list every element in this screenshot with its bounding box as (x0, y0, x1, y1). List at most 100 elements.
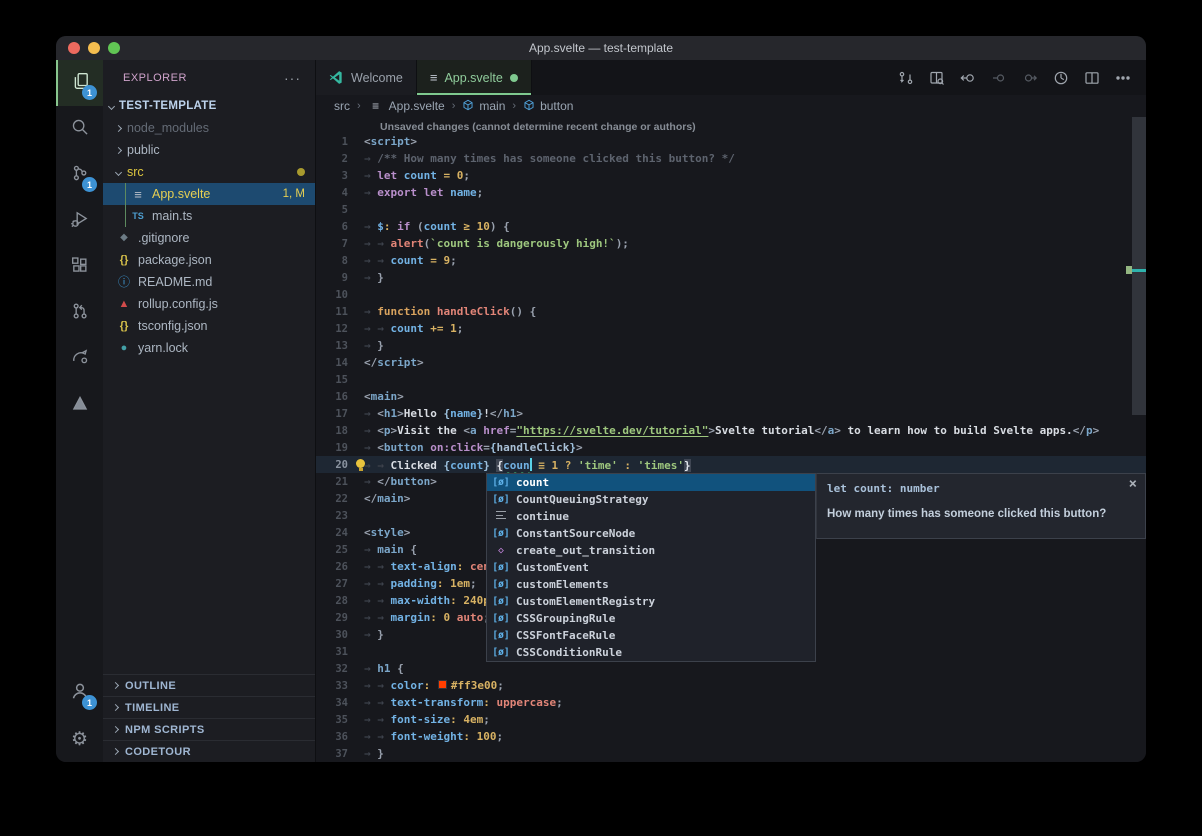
live-share-icon (71, 348, 89, 371)
tree-item-package-json[interactable]: {}package.json (103, 249, 315, 271)
activity-run-debug[interactable] (56, 198, 103, 244)
line-number: 23 (316, 510, 364, 522)
suggest-item-create_out_transition[interactable]: ◇create_out_transition (487, 542, 815, 559)
code-line[interactable]: 1<script> (316, 133, 1146, 150)
code-line[interactable]: 16<main> (316, 388, 1146, 405)
suggest-item-cssfontfacerule[interactable]: [ø]CSSFontFaceRule (487, 627, 815, 644)
color-swatch[interactable] (438, 680, 447, 689)
line-number: 17 (316, 408, 364, 420)
zoom-window-button[interactable] (108, 42, 120, 54)
section-codetour[interactable]: CODETOUR (103, 740, 315, 762)
activity-settings[interactable]: ⚙ (56, 716, 103, 762)
code-line[interactable]: 6→ $: if (count ≥ 10) { (316, 218, 1146, 235)
code-line[interactable]: 36→ → font-weight: 100; (316, 728, 1146, 745)
minimize-window-button[interactable] (88, 42, 100, 54)
suggest-item-countqueuingstrategy[interactable]: [ø]CountQueuingStrategy (487, 491, 815, 508)
close-icon[interactable]: × (1129, 476, 1137, 492)
back-icon[interactable] (957, 67, 979, 89)
activity-live-share[interactable] (56, 336, 103, 382)
code-line[interactable]: 34→ → text-transform: uppercase; (316, 694, 1146, 711)
open-changes-icon[interactable] (895, 67, 917, 89)
unsaved-dot-icon[interactable] (510, 74, 518, 82)
line-number: 24 (316, 527, 364, 539)
section-outline[interactable]: OUTLINE (103, 674, 315, 696)
code-line[interactable]: 4→ export let name; (316, 184, 1146, 201)
line-number: 36 (316, 731, 364, 743)
tree-item--gitignore[interactable]: ◆.gitignore (103, 227, 315, 249)
code-line[interactable]: 33→ → color: #ff3e00; (316, 677, 1146, 694)
tree-item-public[interactable]: public (103, 139, 315, 161)
activity-accounts[interactable]: 1 (56, 670, 103, 716)
code-line[interactable]: 2→ /** How many times has someone clicke… (316, 150, 1146, 167)
tree-item-rollup-config-js[interactable]: ▲rollup.config.js (103, 293, 315, 315)
code-editor[interactable]: Unsaved changes (cannot determine recent… (316, 117, 1146, 762)
title-bar[interactable]: App.svelte — test-template (56, 36, 1146, 60)
suggest-item-cssconditionrule[interactable]: [ø]CSSConditionRule (487, 644, 815, 661)
activity-explorer[interactable]: 1 (56, 60, 103, 106)
more-actions-icon[interactable] (1112, 67, 1134, 89)
next-change-icon[interactable] (1019, 67, 1041, 89)
activity-azure[interactable] (56, 382, 103, 428)
line-number: 7 (316, 238, 364, 250)
activity-github-pr[interactable] (56, 290, 103, 336)
suggest-item-count[interactable]: [ø]count (487, 474, 815, 491)
suggest-item-customelements[interactable]: [ø]customElements (487, 576, 815, 593)
breadcrumb-main[interactable]: main (462, 99, 505, 114)
tree-item-app-svelte[interactable]: ≡App.svelte1, M (103, 183, 315, 205)
tree-item-tsconfig-json[interactable]: {}tsconfig.json (103, 315, 315, 337)
breadcrumb-button[interactable]: button (523, 99, 573, 114)
editor-scrollbar[interactable] (1132, 117, 1146, 415)
code-line[interactable]: 8→ → count = 9; (316, 252, 1146, 269)
activity-source-control[interactable]: 1 (56, 152, 103, 198)
suggest-item-customevent[interactable]: [ø]CustomEvent (487, 559, 815, 576)
suggest-item-continue[interactable]: continue (487, 508, 815, 525)
code-line[interactable]: 12→ → count += 1; (316, 320, 1146, 337)
code-line[interactable]: 19→ <button on:click={handleClick}> (316, 439, 1146, 456)
tree-item-src[interactable]: src (103, 161, 315, 183)
activity-search[interactable] (56, 106, 103, 152)
line-number: 25 (316, 544, 364, 556)
code-line[interactable]: 5 (316, 201, 1146, 218)
section-timeline[interactable]: TIMELINE (103, 696, 315, 718)
suggest-item-constantsourcenode[interactable]: [ø]ConstantSourceNode (487, 525, 815, 542)
lightbulb-icon[interactable] (356, 459, 365, 468)
section-npm-scripts[interactable]: NPM SCRIPTS (103, 718, 315, 740)
code-line[interactable]: 3→ let count = 0; (316, 167, 1146, 184)
code-line[interactable]: 32→ h1 { (316, 660, 1146, 677)
code-line[interactable]: 17→ <h1>Hello {name}!</h1> (316, 405, 1146, 422)
tree-item-node-modules[interactable]: node_modules (103, 117, 315, 139)
tab-welcome[interactable]: Welcome (316, 60, 417, 95)
open-preview-icon[interactable] (926, 67, 948, 89)
code-line[interactable]: 10 (316, 286, 1146, 303)
code-line[interactable]: 37→ } (316, 745, 1146, 762)
symbol-cube-icon (462, 99, 474, 114)
tree-item-main-ts[interactable]: TSmain.ts (103, 205, 315, 227)
code-line[interactable]: 13→ } (316, 337, 1146, 354)
code-line[interactable]: 7→ → alert(`count is dangerously high!`)… (316, 235, 1146, 252)
run-icon[interactable] (1050, 67, 1072, 89)
code-line[interactable]: 20→ → Clicked {count} {coun ≡ 1 ? 'time'… (316, 456, 1146, 473)
code-line[interactable]: 14</script> (316, 354, 1146, 371)
breadcrumb-app-svelte[interactable]: ≡App.svelte (368, 99, 445, 113)
suggest-item-cssgroupingrule[interactable]: [ø]CSSGroupingRule (487, 610, 815, 627)
code-line[interactable]: 18→ <p>Visit the <a href="https://svelte… (316, 422, 1146, 439)
tab-app-svelte[interactable]: ≡ App.svelte (417, 60, 532, 95)
tree-item-readme-md[interactable]: ⓘREADME.md (103, 271, 315, 293)
overview-cursor-marker (1132, 269, 1146, 272)
code-line[interactable]: 9→ } (316, 269, 1146, 286)
suggest-item-customelementregistry[interactable]: [ø]CustomElementRegistry (487, 593, 815, 610)
previous-change-icon[interactable] (988, 67, 1010, 89)
code-line[interactable]: 11→ function handleClick() { (316, 303, 1146, 320)
sidebar-sections: OUTLINETIMELINENPM SCRIPTSCODETOUR (103, 674, 315, 762)
codelens-annotation[interactable]: Unsaved changes (cannot determine recent… (316, 117, 1146, 133)
suggest-description: How many times has someone clicked this … (827, 508, 1135, 520)
close-window-button[interactable] (68, 42, 80, 54)
code-line[interactable]: 35→ → font-size: 4em; (316, 711, 1146, 728)
tree-root-test-template[interactable]: TEST-TEMPLATE (103, 95, 315, 117)
split-editor-icon[interactable] (1081, 67, 1103, 89)
activity-extensions[interactable] (56, 244, 103, 290)
code-line[interactable]: 15 (316, 371, 1146, 388)
braces-file-icon: {} (116, 255, 132, 266)
tree-item-yarn-lock[interactable]: ●yarn.lock (103, 337, 315, 359)
breadcrumb-src[interactable]: src (334, 99, 350, 113)
